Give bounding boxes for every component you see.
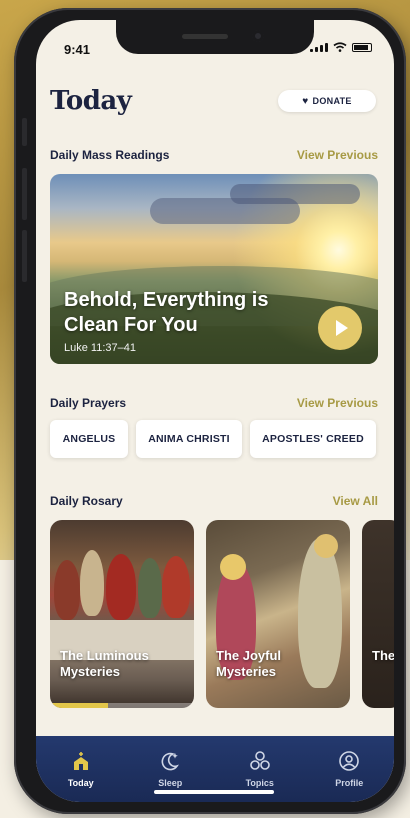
rosary-progress-bar (50, 703, 194, 708)
tab-label: Profile (335, 778, 364, 788)
wifi-icon (333, 42, 347, 52)
rosary-card-luminous[interactable]: The Luminous Mysteries (50, 520, 194, 708)
cloud (230, 184, 360, 204)
page-title: Today (50, 86, 132, 116)
prayer-chip-apostles-creed[interactable]: APOSTLES' CREED (250, 420, 376, 458)
reading-title: Behold, Everything is Clean For You (64, 289, 269, 336)
reading-reference: Luke 11:37–41 (64, 342, 136, 354)
tab-topics[interactable]: Topics (228, 750, 292, 788)
notch (116, 20, 314, 54)
tab-sleep[interactable]: Sleep (138, 750, 202, 788)
volume-down-button (22, 230, 27, 282)
painting-figure (162, 556, 190, 618)
donate-label: DONATE (312, 96, 352, 106)
battery-icon (352, 43, 372, 52)
painting-figure (138, 558, 162, 618)
topics-icon (249, 751, 270, 770)
status-icons (310, 42, 372, 52)
tab-label: Sleep (158, 778, 183, 788)
mass-reading-card[interactable]: Behold, Everything is Clean For You Luke… (50, 174, 378, 364)
rosary-card-label: The My (372, 648, 394, 663)
home-indicator (154, 790, 274, 794)
profile-icon (339, 751, 360, 771)
rosary-carousel: The Luminous Mysteries The Joyful Myster… (50, 520, 394, 708)
halo (314, 534, 338, 558)
painting-figure (54, 560, 80, 620)
prayer-chip-angelus[interactable]: ANGELUS (50, 420, 128, 458)
prayer-chips: ANGELUS ANIMA CHRISTI APOSTLES' CREED (50, 420, 376, 458)
rosary-card-label: The Luminous Mysteries (60, 648, 149, 679)
church-icon (73, 752, 88, 770)
mass-readings-heading: Daily Mass Readings (50, 148, 170, 162)
status-time: 9:41 (64, 42, 91, 57)
heart-icon: ♥ (302, 95, 309, 107)
tab-profile[interactable]: Profile (317, 750, 381, 788)
moon-icon (161, 752, 180, 771)
play-button[interactable] (318, 306, 362, 350)
rosary-progress-fill (50, 703, 108, 708)
rosary-view-all-link[interactable]: View All (333, 494, 378, 508)
mute-switch (22, 118, 27, 146)
rosary-card-joyful[interactable]: The Joyful Mysteries (206, 520, 350, 708)
daily-rosary-heading: Daily Rosary (50, 494, 123, 508)
speaker (182, 34, 228, 39)
halo (220, 554, 246, 580)
app-screen: 9:41 Today ♥ DONATE Daily Mass Readings … (36, 20, 394, 802)
mass-readings-view-previous-link[interactable]: View Previous (297, 148, 378, 162)
tab-label: Topics (245, 778, 274, 788)
tab-today[interactable]: Today (49, 750, 113, 788)
prayers-view-previous-link[interactable]: View Previous (297, 396, 378, 410)
painting-figure (106, 554, 136, 620)
prayer-chip-anima-christi[interactable]: ANIMA CHRISTI (136, 420, 242, 458)
signal-icon (310, 43, 328, 52)
tab-label: Today (67, 778, 94, 788)
donate-button[interactable]: ♥ DONATE (278, 90, 376, 112)
painting-figure (80, 550, 104, 616)
front-camera (252, 30, 264, 42)
rosary-card-label: The Joyful Mysteries (216, 648, 282, 679)
rosary-card-partial[interactable]: The My (362, 520, 394, 708)
volume-up-button (22, 168, 27, 220)
daily-prayers-heading: Daily Prayers (50, 396, 127, 410)
